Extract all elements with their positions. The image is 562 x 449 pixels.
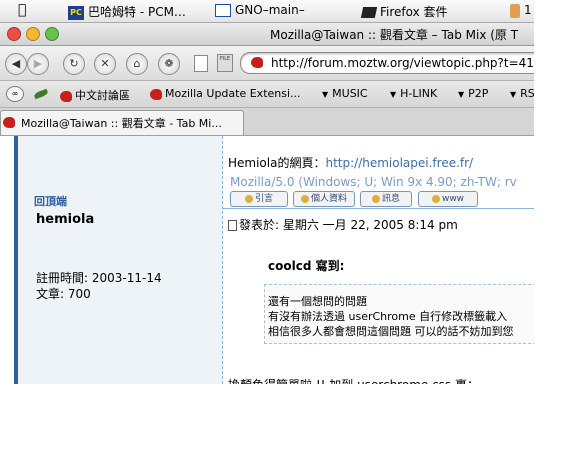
post-icon — [228, 220, 237, 231]
dropdown-arrow-icon: ▼ — [322, 89, 329, 99]
stop-button[interactable]: ✕ — [94, 53, 116, 75]
taskbar-item-firefox[interactable]: Firefox 套件 — [360, 3, 448, 20]
zoom-window-button[interactable] — [45, 27, 59, 41]
post-author[interactable]: hemiola — [36, 212, 94, 227]
dropdown-arrow-icon: ▼ — [390, 89, 397, 99]
window-titlebar: Mozilla@Taiwan :: 觀看文章 – Tab Mix (原 T — [0, 23, 534, 46]
signature-homepage: Hemiola的網頁：http://hemiolapei.free.fr/ — [228, 156, 474, 170]
bookmark-forum[interactable]: 中文討論區 — [60, 87, 130, 103]
globe-icon — [431, 194, 440, 203]
page-icon[interactable] — [194, 55, 208, 72]
author-joined: 註冊時間: 2003-11-14 — [36, 271, 162, 285]
pm-icon — [371, 194, 380, 203]
column-divider — [222, 136, 223, 384]
window-icon — [215, 4, 231, 17]
quote-button[interactable]: 引言 — [230, 191, 288, 207]
forward-button[interactable]: ▶ — [27, 53, 49, 75]
profile-button[interactable]: 個人資料 — [293, 191, 355, 207]
bookmark-folder-rs[interactable]: ▼ RS — [510, 87, 534, 100]
quote-line: 有沒有辦法透過 userChrome 自行修改標籤載入 — [268, 310, 508, 323]
signature-user-agent: Mozilla/5.0 (Windows; U; Win 9x 4.90; zh… — [230, 175, 517, 189]
taskbar-item-gno[interactable]: GNO–main– — [215, 3, 305, 17]
site-favicon — [251, 57, 263, 68]
v-icon — [510, 3, 520, 18]
minimize-window-button[interactable] — [26, 27, 40, 41]
post-divider — [222, 208, 534, 209]
bookmarks-toolbar: ∞ 中文討論區 Mozilla Update Extensi... ▼ MUSIC… — [0, 81, 534, 108]
navigation-toolbar: ◀ ▶ ↻ ✕ ⌂ ❁ FILE http://forum.moztw.org/… — [0, 46, 534, 81]
apple-icon[interactable]:  — [18, 2, 26, 18]
bookmark-folder-hlink[interactable]: ▼ H-LINK — [390, 87, 437, 100]
taskbar-item-bahamut[interactable]: PC 巴哈姆特 - PCM… — [68, 3, 186, 20]
author-post-count: 文章: 700 — [36, 287, 91, 301]
url-text[interactable]: http://forum.moztw.org/viewtopic.php?t=4… — [271, 56, 534, 70]
bookmark-mozilla-update[interactable]: Mozilla Update Extensi... — [150, 87, 301, 100]
bookmark-folder-music[interactable]: ▼ MUSIC — [322, 87, 368, 100]
leaf-icon[interactable] — [33, 87, 49, 100]
file-icon[interactable]: FILE — [217, 54, 233, 72]
profile-icon — [300, 194, 309, 203]
taskbar-item-extra[interactable]: 1 — [510, 3, 532, 18]
dino-icon — [60, 90, 72, 102]
dropdown-arrow-icon: ▼ — [510, 89, 517, 99]
pc-icon: PC — [68, 5, 84, 20]
menu-bar:  PC巴哈姆特 - PCM… GNO–main– Firefox 套件 1 — [0, 0, 534, 23]
window-title: Mozilla@Taiwan :: 觀看文章 – Tab Mix (原 T — [270, 28, 519, 42]
homepage-link[interactable]: http://hemiolapei.free.fr/ — [325, 156, 473, 170]
home-button[interactable]: ⌂ — [126, 53, 148, 75]
quote-line: 還有一個想問的問題 — [268, 295, 367, 308]
back-button[interactable]: ◀ — [5, 53, 27, 75]
tab-mozilla-taiwan[interactable]: Mozilla@Taiwan :: 觀看文章 - Tab Mi... — [0, 110, 244, 135]
tab-bar: Mozilla@Taiwan :: 觀看文章 - Tab Mi... — [0, 108, 534, 136]
post-date: 發表於: 星期六 一月 22, 2005 8:14 pm — [228, 216, 458, 233]
quote-author: coolcd 寫到: — [268, 259, 345, 273]
www-button[interactable]: www — [418, 191, 478, 207]
bookmark-folder-p2p[interactable]: ▼ P2P — [458, 87, 488, 100]
close-window-button[interactable] — [7, 27, 21, 41]
pm-button[interactable]: 訊息 — [360, 191, 412, 207]
reload-button[interactable]: ↻ — [63, 53, 85, 75]
firefox-icon — [360, 7, 378, 18]
dino-icon — [3, 117, 15, 128]
dropdown-arrow-icon: ▼ — [458, 89, 465, 99]
paw-icon[interactable]: ❁ — [158, 53, 180, 75]
back-to-top-link[interactable]: 回頂端 — [34, 193, 67, 209]
address-bar[interactable]: http://forum.moztw.org/viewtopic.php?t=4… — [240, 52, 534, 74]
quote-icon — [244, 194, 253, 203]
dino-icon — [150, 88, 162, 100]
bookmarks-icon[interactable]: ∞ — [6, 86, 24, 102]
page-content: Hemiola的網頁：http://hemiolapei.free.fr/ Mo… — [0, 136, 534, 384]
screen:  PC巴哈姆特 - PCM… GNO–main– Firefox 套件 1 M… — [0, 0, 534, 384]
post-body-text: 換顏色得簡單啦 !! 加到 userchrome.css 裏： — [228, 376, 479, 384]
quote-line: 相信很多人都會想問這個問題 可以的話不妨加到您 — [268, 325, 514, 338]
